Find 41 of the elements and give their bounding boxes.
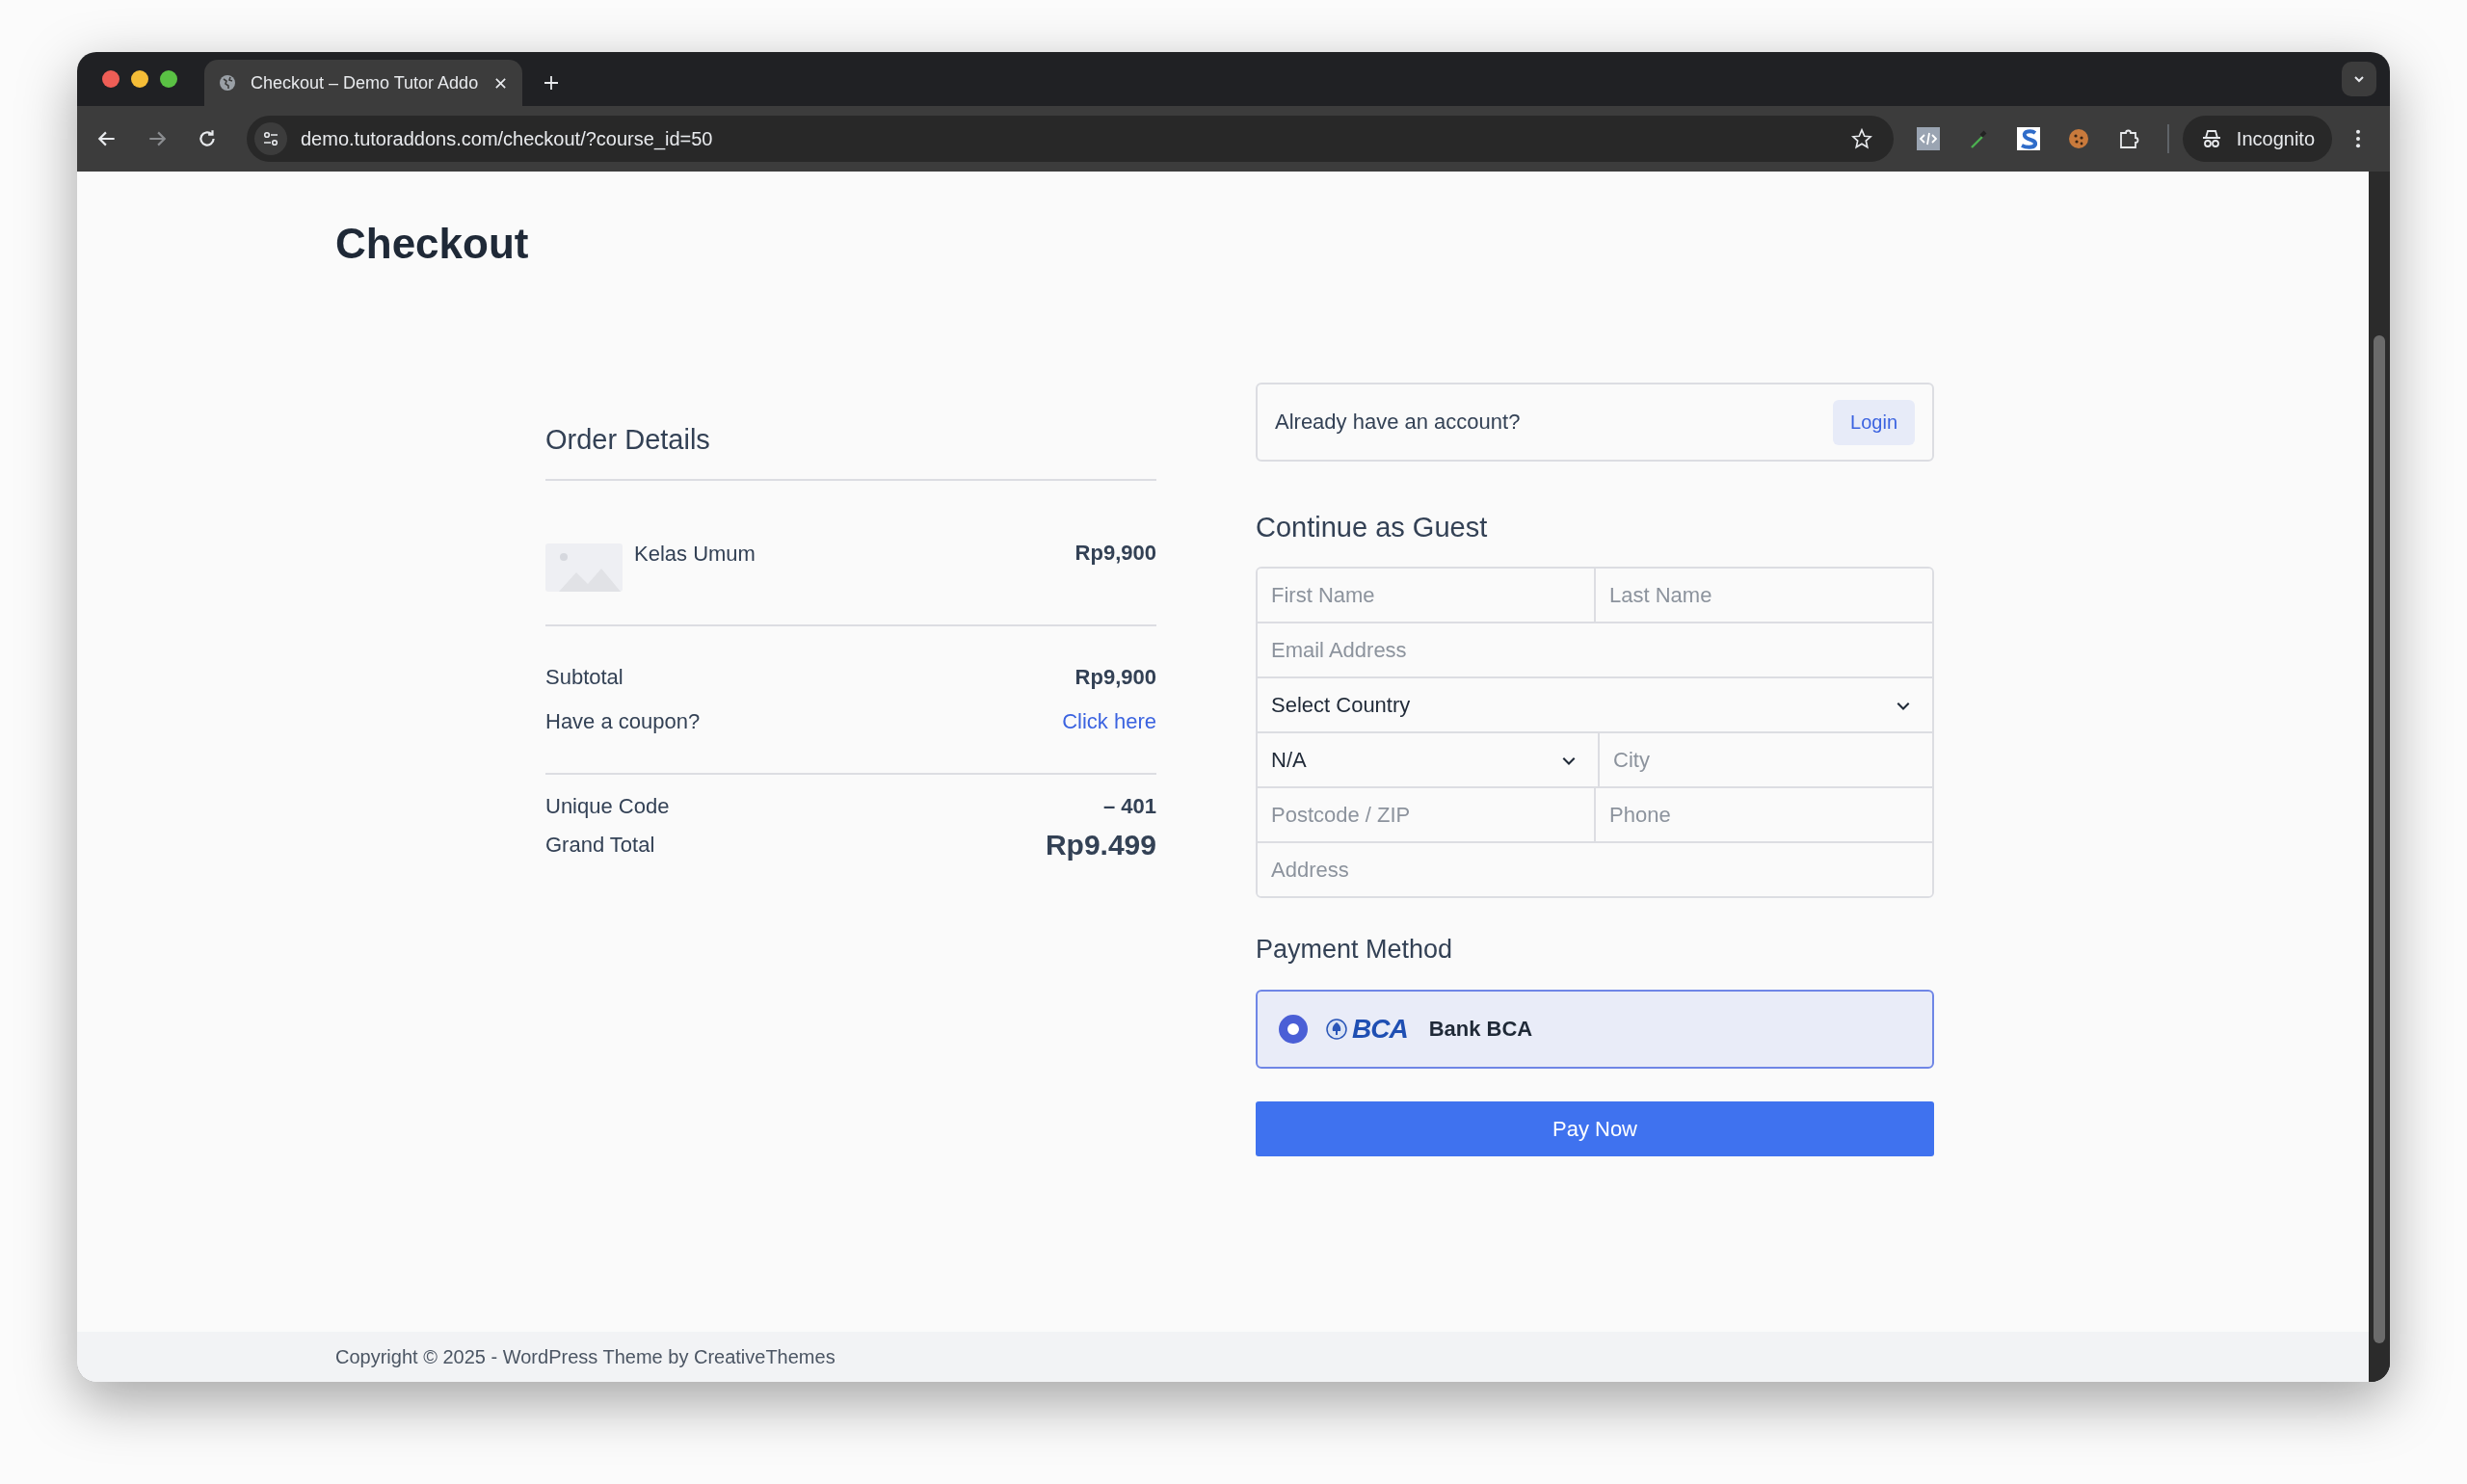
subtotal-value: Rp9,900 [1074,665,1156,690]
globe-icon [218,73,237,93]
unique-code-value: – 401 [1102,794,1156,819]
incognito-button[interactable]: Incognito [2182,116,2332,162]
subtotal-label: Subtotal [545,665,623,690]
minimize-window-button[interactable] [131,70,148,88]
bank-logo: BCA [1325,1014,1408,1045]
section-heading: Order Details [545,424,711,456]
payment-option[interactable]: BCA Bank BCA [1256,990,1934,1069]
zoom-window-button[interactable] [160,70,177,88]
browser-tab[interactable]: Checkout – Demo Tutor Addo [204,60,522,106]
page-title: Checkout [335,220,530,268]
code-icon[interactable] [1916,127,1940,150]
account-prompt: Already have an account? [1275,410,1521,435]
close-window-button[interactable] [102,70,119,88]
coupon-link[interactable]: Click here [1062,709,1156,734]
star-icon[interactable] [1850,128,1872,149]
radio-button[interactable] [1279,1015,1308,1044]
login-button[interactable]: Login [1833,399,1915,445]
menu-icon[interactable] [2355,128,2361,149]
site-settings-icon[interactable] [261,129,280,148]
input-field[interactable]: Last Name [1594,569,1932,622]
item-name: Kelas Umum [634,541,756,568]
s-logo-icon[interactable] [2016,127,2040,150]
cookie-icon[interactable] [2066,127,2090,150]
footer-text: Copyright © 2025 - WordPress Theme by CreativeThemes [335,1345,836,1368]
payment-name: Bank BCA [1428,1017,1533,1042]
scrollbar[interactable] [2369,172,2390,1382]
close-icon[interactable] [494,76,507,90]
item-price: Rp9,900 [1074,541,1156,566]
grand-total-value: Rp9.499 [1045,829,1156,861]
unique-code-label: Unique Code [545,794,670,819]
pay-now-button[interactable]: Pay Now [1256,1101,1934,1156]
coupon-label: Have a coupon? [545,709,701,734]
new-tab-icon[interactable] [544,75,559,91]
section-heading: Payment Method [1256,935,1454,965]
grand-total-label: Grand Total [545,833,655,858]
image-placeholder-icon [545,543,623,592]
address-bar[interactable]: demo.tutoraddons.com/checkout/?course_id=50 [247,116,1894,162]
section-heading: Continue as Guest [1256,512,1489,543]
reload-icon[interactable] [197,128,218,149]
